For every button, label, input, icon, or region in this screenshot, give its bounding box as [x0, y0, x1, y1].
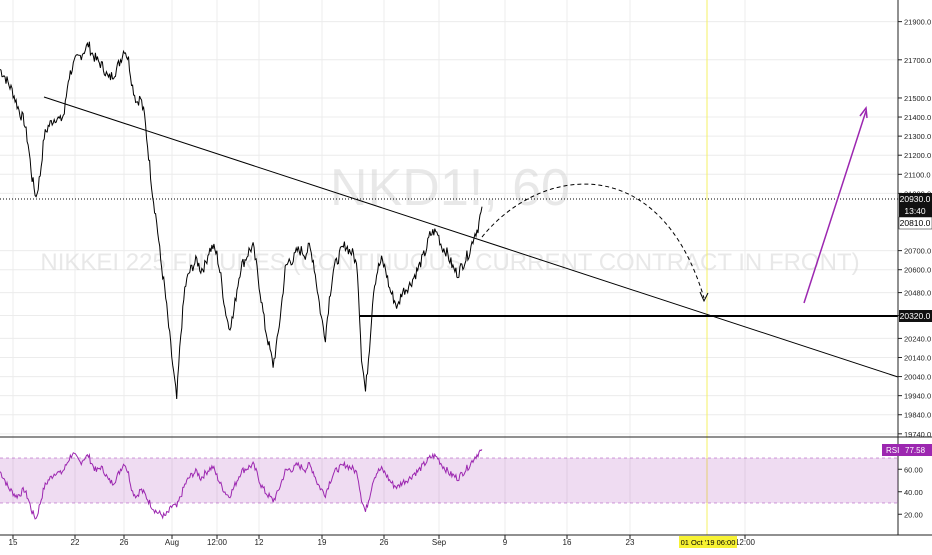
badge-mid-price-text: 20810.0: [900, 218, 931, 228]
watermark-symbol: NKD1!, 60: [330, 159, 570, 217]
rsi-tick-label: 40.00: [904, 488, 923, 497]
price-tick-label: 20240.0: [904, 334, 931, 343]
price-tick-label: 20140.0: [904, 353, 931, 362]
time-tick-label: 9: [503, 538, 508, 547]
badge-mid-price: 20810.0: [898, 216, 932, 230]
chart-area[interactable]: NKD1!, 60 NIKKEI 225 FUTURES (CONTINUOUS…: [0, 0, 932, 550]
price-tick-label: 21300.0: [904, 132, 931, 141]
time-tick-label: 19: [318, 538, 327, 547]
time-tick-label: 12:00: [207, 538, 228, 547]
price-tick-label: 20040.0: [904, 373, 931, 382]
badge-support-price-text: 20320.0: [900, 311, 931, 321]
rsi-badge-value: 77.58: [905, 446, 926, 455]
price-tick-label: 19940.0: [904, 392, 931, 401]
badge-last-price-text: 20930.0: [900, 194, 931, 204]
badge-support-price: 20320.0: [899, 310, 932, 322]
price-tick-label: 19740.0: [904, 430, 931, 439]
rsi-tick-label: 60.00: [904, 465, 923, 474]
price-tick-label: 21100.0: [904, 170, 931, 179]
date-cursor-label-text: 01 Oct '19 06:00: [681, 538, 736, 547]
time-tick-label: 12:00: [735, 538, 756, 547]
rsi-tick-label: 20.00: [904, 510, 923, 519]
price-tick-label: 21400.0: [904, 113, 931, 122]
badge-countdown-text: 13:40: [904, 206, 926, 216]
time-tick-label: 12: [255, 538, 264, 547]
date-cursor-label: 01 Oct '19 06:00: [679, 536, 737, 548]
badge-last-price: 20930.0: [899, 193, 932, 205]
price-tick-label: 21900.0: [904, 18, 931, 27]
rsi-badge-label: RSI: [886, 446, 899, 455]
time-tick-label: 23: [626, 538, 635, 547]
price-tick-label: 20700.0: [904, 247, 931, 256]
price-tick-label: 21200.0: [904, 151, 931, 160]
rsi-badge: RSI 77.58: [882, 444, 932, 456]
price-tick-label: 21500.0: [904, 94, 931, 103]
price-tick-label: 21700.0: [904, 56, 931, 65]
time-tick-label: 16: [563, 538, 572, 547]
time-tick-label: Aug: [165, 538, 179, 547]
price-tick-label: 19840.0: [904, 411, 931, 420]
chart-canvas[interactable]: NKD1!, 60 NIKKEI 225 FUTURES (CONTINUOUS…: [0, 0, 932, 550]
price-tick-label: 20600.0: [904, 266, 931, 275]
badge-countdown: 13:40: [899, 205, 932, 217]
time-tick-label: 15: [9, 538, 18, 547]
time-tick-label: 26: [120, 538, 129, 547]
price-tick-label: 20480.0: [904, 289, 931, 298]
time-tick-label: 22: [71, 538, 80, 547]
time-tick-label: 26: [380, 538, 389, 547]
time-tick-label: Sep: [432, 538, 447, 547]
